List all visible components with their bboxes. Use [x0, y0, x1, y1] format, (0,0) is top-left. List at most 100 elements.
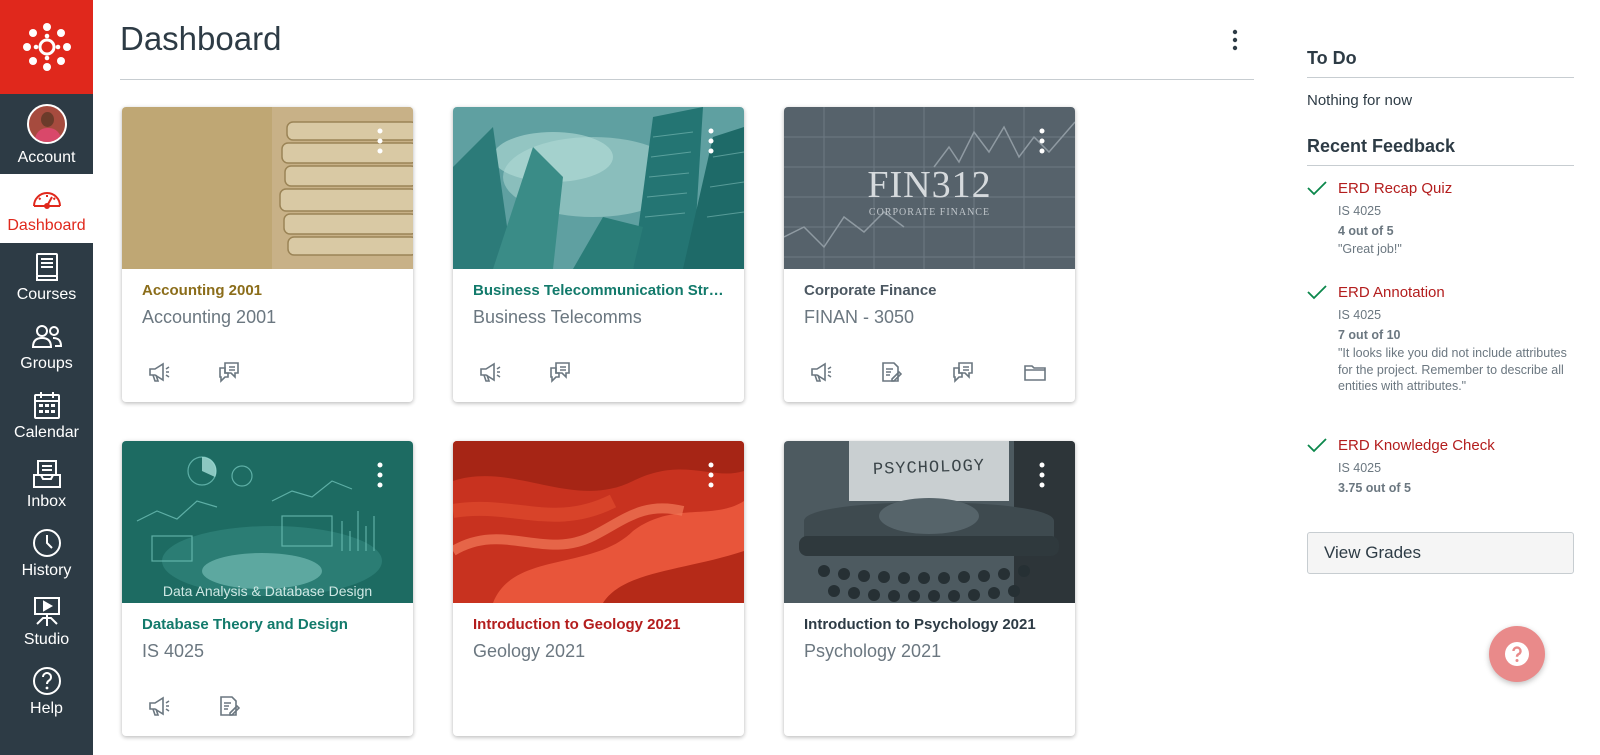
nav-groups-label: Groups: [20, 355, 73, 372]
nav-groups[interactable]: Groups: [0, 312, 93, 381]
course-card-subtitle: Accounting 2001: [142, 307, 277, 327]
help-button[interactable]: [1489, 626, 1545, 682]
page-header: Dashboard: [120, 0, 1254, 80]
feedback-score: 3.75 out of 5: [1338, 481, 1411, 495]
app: Account Dashboard Courses Groups Calenda: [0, 0, 1600, 755]
announcements-icon[interactable]: [477, 359, 503, 385]
course-card-image[interactable]: FIN312 CORPORATE FINANCE: [784, 107, 1075, 269]
feedback-score: 4 out of 5: [1338, 224, 1394, 238]
dashboard-icon: [31, 182, 63, 214]
course-card-title[interactable]: Introduction to Geology 2021: [473, 616, 728, 633]
course-card[interactable]: Data Analysis & Database Design Database…: [122, 441, 413, 736]
course-card[interactable]: Introduction to Geology 2021 Geology 202…: [453, 441, 744, 736]
discussions-icon[interactable]: [216, 359, 242, 385]
course-card-image[interactable]: [453, 441, 744, 603]
card-options-button[interactable]: [706, 127, 716, 155]
announcements-icon[interactable]: [146, 693, 172, 719]
files-icon[interactable]: [1022, 359, 1048, 385]
inbox-icon: [32, 458, 62, 490]
discussions-icon[interactable]: [950, 359, 976, 385]
nav-calendar[interactable]: Calendar: [0, 381, 93, 450]
check-icon: [1307, 438, 1327, 453]
course-card-subtitle: FINAN - 3050: [804, 307, 915, 327]
kebab-icon: [1039, 128, 1045, 154]
course-card[interactable]: PSYCHOLOGY Introduction to Psychology 20…: [784, 441, 1075, 736]
studio-icon: [31, 596, 63, 628]
course-card-image[interactable]: [453, 107, 744, 269]
feedback-course: IS 4025: [1338, 308, 1382, 322]
courses-icon: [34, 251, 60, 283]
feedback-comment: "It looks like you did not include attri…: [1338, 346, 1567, 393]
nav-inbox[interactable]: Inbox: [0, 450, 93, 519]
feedback-title-link[interactable]: ERD Annotation: [1338, 284, 1445, 301]
dashboard-options-button[interactable]: [1230, 28, 1240, 52]
kebab-icon: [377, 128, 383, 154]
card-options-button[interactable]: [1037, 127, 1047, 155]
course-card-image-title: FIN312: [867, 164, 992, 206]
course-card[interactable]: Accounting 2001 Accounting 2001: [122, 107, 413, 402]
canvas-logo-icon: [22, 23, 71, 71]
nav-studio-label: Studio: [23, 631, 70, 648]
announcements-icon[interactable]: [808, 359, 834, 385]
nav-dashboard[interactable]: Dashboard: [0, 174, 93, 243]
course-card-title[interactable]: Corporate Finance: [804, 282, 1059, 299]
course-card[interactable]: Business Telecommunication Strategies Bu…: [453, 107, 744, 402]
nav-history-label: History: [21, 562, 72, 579]
course-card-image-subtitle: CORPORATE FINANCE: [868, 207, 991, 218]
avatar: [26, 102, 67, 146]
feedback-title-link[interactable]: ERD Recap Quiz: [1338, 180, 1452, 197]
main-content: Dashboard Accounting 2001 Accounting 200…: [120, 0, 1254, 736]
course-card-title[interactable]: Database Theory and Design: [142, 616, 397, 633]
help-icon: [1505, 642, 1529, 666]
nav-studio[interactable]: Studio: [0, 588, 93, 657]
nav-dashboard-label: Dashboard: [7, 217, 86, 234]
view-grades-button[interactable]: View Grades: [1307, 532, 1574, 574]
nav-calendar-label: Calendar: [14, 424, 79, 441]
nav-account[interactable]: Account: [0, 94, 93, 174]
page-title: Dashboard: [120, 20, 282, 57]
card-options-button[interactable]: [1037, 461, 1047, 489]
card-options-button[interactable]: [706, 461, 716, 489]
course-card-subtitle: IS 4025: [142, 641, 205, 661]
nav-history[interactable]: History: [0, 519, 93, 588]
nav-help[interactable]: Help: [0, 657, 93, 726]
todo-empty-text: Nothing for now: [1307, 92, 1413, 109]
announcements-icon[interactable]: [146, 359, 172, 385]
course-card[interactable]: FIN312 CORPORATE FINANCE Corporate Finan…: [784, 107, 1075, 402]
nav-courses-label: Courses: [16, 286, 77, 303]
global-nav: Account Dashboard Courses Groups Calenda: [0, 0, 93, 755]
feedback-course: IS 4025: [1338, 461, 1382, 475]
course-card-subtitle: Geology 2021: [473, 641, 586, 661]
canvas-logo[interactable]: [0, 0, 93, 94]
course-card-title[interactable]: Introduction to Psychology 2021: [804, 616, 1059, 633]
card-options-button[interactable]: [375, 461, 385, 489]
feedback-course: IS 4025: [1338, 204, 1382, 218]
course-card-image[interactable]: [122, 107, 413, 269]
groups-icon: [31, 320, 63, 352]
check-icon: [1307, 285, 1327, 300]
course-card-image[interactable]: PSYCHOLOGY: [784, 441, 1075, 603]
help-icon: [32, 665, 62, 697]
course-card-subtitle: Psychology 2021: [804, 641, 942, 661]
assignments-icon[interactable]: [878, 359, 904, 385]
calendar-icon: [33, 389, 61, 421]
kebab-icon: [377, 462, 383, 488]
nav-help-label: Help: [30, 700, 63, 717]
feedback-title-link[interactable]: ERD Knowledge Check: [1338, 437, 1495, 454]
course-card-title[interactable]: Accounting 2001: [142, 282, 397, 299]
check-icon: [1307, 181, 1327, 196]
card-options-button[interactable]: [375, 127, 385, 155]
kebab-icon: [1232, 29, 1238, 51]
feedback-score: 7 out of 10: [1338, 328, 1401, 342]
course-card-image[interactable]: Data Analysis & Database Design: [122, 441, 413, 603]
todo-heading: To Do: [1307, 48, 1574, 78]
discussions-icon[interactable]: [547, 359, 573, 385]
history-icon: [32, 527, 62, 559]
kebab-icon: [708, 462, 714, 488]
kebab-icon: [708, 128, 714, 154]
course-card-title[interactable]: Business Telecommunication Strategies: [473, 282, 728, 299]
assignments-icon[interactable]: [216, 693, 242, 719]
recent-feedback-heading: Recent Feedback: [1307, 136, 1574, 166]
nav-courses[interactable]: Courses: [0, 243, 93, 312]
course-card-image-title: Data Analysis & Database Design: [162, 583, 373, 599]
